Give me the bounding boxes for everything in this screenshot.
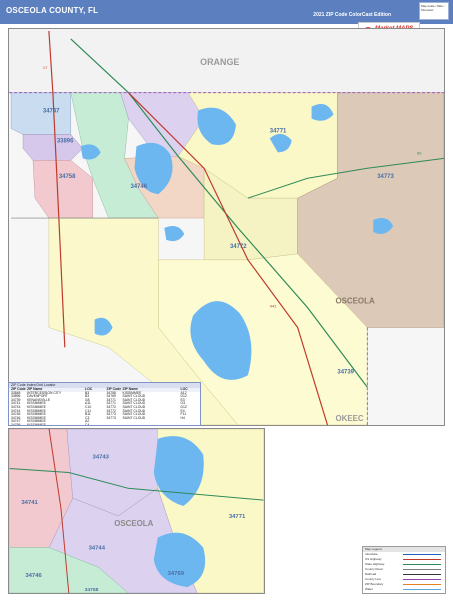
zip-area-34747 [10,92,72,135]
label-zip-34758: 34758 [59,174,76,180]
zip-area-33896 [22,134,84,161]
label-zip-34772: 34772 [230,244,247,250]
scale-box: Map scale / Mile / Kilometer [419,2,449,20]
inset-label-34743: 34743 [93,455,110,461]
label-road-60: 60 [417,150,422,155]
scale-note: Map scale / Mile / Kilometer [421,4,445,12]
map-legend-item: Water [363,587,445,592]
zip-index-zip: 34758 [11,422,21,426]
label-zip-33896: 33896 [57,138,74,144]
edition-label: 2021 ZIP Code ColorCast Edition [313,12,391,18]
map-legend-swatch [403,574,441,575]
map-legend-swatch [403,564,441,565]
label-zip-34773: 34773 [377,174,394,180]
map-legend-swatch [403,569,441,570]
map-legend-swatch [403,584,441,585]
inset-label-34744: 34744 [89,546,106,552]
label-zip-34747: 34747 [43,109,60,115]
zip-index-name: KISSIMMEE [27,422,46,426]
label-zip-34739: 34739 [337,369,354,375]
zip-index-row: 34773 SAINT CLOUD H4 [105,415,201,421]
zip-index-loc: C4 [85,422,90,426]
map-legend-box: Map Legend Interstate US Highway State Hig… [362,546,446,594]
label-okeechobee-county: OKEEC [335,414,363,423]
inset-label-34741: 34741 [21,500,38,506]
zip-index-table: ZIP Code Index/Grid Locator ZIP Code ZIP… [8,382,201,426]
label-zip-34746: 34746 [130,184,147,190]
label-zip-34771: 34771 [270,128,287,134]
inset-map[interactable]: 34741 34743 34771 34744 34746 34758 3476… [8,428,265,594]
label-osceola-county: OSCEOLA [335,297,375,306]
map-legend-swatch [403,589,441,590]
zip-index-row: 34758 KISSIMMEE C4 [9,422,105,426]
inset-label-34769: 34769 [168,571,185,577]
inset-label-34746: 34746 [25,573,42,579]
label-road-17: 17 [43,65,47,70]
label-orange-county: ORANGE [200,57,239,67]
zip-index-zip: 34773 [106,415,116,420]
map-legend-swatch [403,554,441,555]
inset-label-34771: 34771 [229,514,246,520]
title-bar: OSCEOLA COUNTY, FL 2021 ZIP Code ColorCa… [0,0,453,24]
zip-index-left: ZIP Code ZIP Name LOC 33848 INTERCESSION … [9,387,105,426]
zip-index-loc: H4 [180,415,185,420]
map-legend-swatch [403,559,441,560]
label-road-441: 441 [270,304,277,309]
main-map[interactable]: ORANGE OSCEOLA OKEEC 34747 33896 34758 3… [8,28,445,426]
inset-label-city: OSCEOLA [114,519,153,528]
map-legend-label: Water [365,587,373,591]
zip-index-name: SAINT CLOUD [122,415,146,420]
zip-index-right: ZIP Code ZIP Name LOC 34758 KISSIMMEE A12 3… [104,387,201,425]
inset-label-34758: 34758 [85,587,99,593]
map-legend-swatch [403,579,441,580]
map-title: OSCEOLA COUNTY, FL [6,6,99,15]
